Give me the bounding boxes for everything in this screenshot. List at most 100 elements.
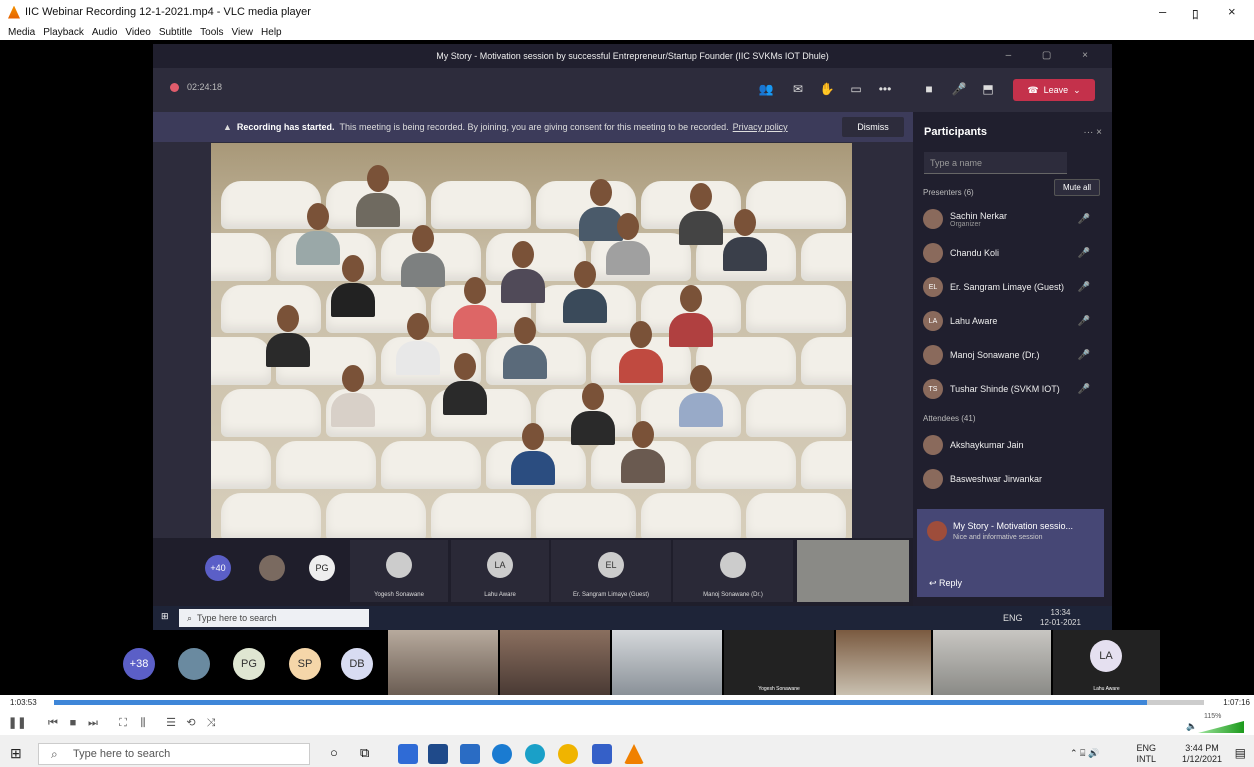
avatar-initials: LA (1090, 640, 1122, 672)
next-icon[interactable]: ⏭ (84, 714, 102, 732)
notification-icon[interactable]: ▤ (1235, 746, 1246, 760)
cortana-icon[interactable]: ○ (330, 745, 338, 760)
fullscreen-icon[interactable]: ⛶ (114, 714, 132, 732)
participant-head (690, 365, 712, 392)
video-tile (388, 630, 498, 695)
tile-name: Manoj Sonawane (Dr.) (703, 592, 763, 598)
rooms-icon[interactable]: ▭ (847, 80, 865, 98)
video-tile (500, 630, 610, 695)
mic-muted-icon: 🎤 (1077, 349, 1090, 361)
store-icon[interactable] (428, 744, 448, 764)
together-mode-stage (211, 143, 852, 541)
windows-start-icon: ⊞ (161, 611, 169, 621)
chrome-icon[interactable] (558, 744, 578, 764)
participants-icon[interactable]: 👥 (757, 80, 775, 98)
tray-icons[interactable]: ⌃ ⌸ 🔊 (1070, 748, 1130, 759)
participant-row[interactable]: Basweshwar Jirwankar (913, 462, 1112, 496)
participant-body (619, 349, 663, 383)
video-area[interactable]: My Story - Motivation session by success… (0, 40, 1254, 695)
maximize-button[interactable]: ﾛ (1192, 4, 1199, 23)
participant-row[interactable]: Sachin Nerkar Organizer 🎤 (913, 202, 1112, 236)
tile-name: Yogesh Sonawane (758, 686, 800, 692)
participant-body (571, 411, 615, 445)
more-actions-icon[interactable]: ••• (876, 80, 894, 98)
more-participants-badge[interactable]: +40 (205, 555, 231, 581)
participant-search-input[interactable]: Type a name (924, 152, 1067, 174)
participant-name: Er. Sangram Limaye (Guest) (950, 282, 1065, 292)
recording-banner: ▲ Recording has started. This meeting is… (153, 112, 913, 142)
reply-button[interactable]: ↩ Reply (929, 578, 962, 589)
leave-button[interactable]: ☎ Leave ⌄ (1013, 79, 1095, 101)
task-view-icon[interactable]: ⧉ (360, 745, 369, 761)
vlc-icon[interactable] (624, 744, 644, 764)
extended-settings-icon[interactable]: ⫼ (134, 714, 152, 732)
minimize-button[interactable]: – (1159, 4, 1166, 19)
participant-head (680, 285, 702, 312)
camera-icon[interactable]: ■ (920, 80, 938, 98)
participant-row[interactable]: Akshaykumar Jain (913, 428, 1112, 462)
chat-icon[interactable]: ✉ (789, 80, 807, 98)
participant-row[interactable]: Manoj Sonawane (Dr.) 🎤 (913, 338, 1112, 372)
mute-all-button[interactable]: Mute all (1054, 179, 1100, 196)
participant-name: Chandu Koli (950, 248, 1000, 258)
loop-icon[interactable]: ⟲ (182, 714, 200, 732)
language-indicator[interactable]: ENG INTL (1136, 743, 1156, 765)
close-button[interactable]: × (1228, 4, 1236, 19)
attendees-section[interactable]: Attendees (41) (913, 406, 1112, 428)
speaker-icon[interactable]: 🔈 (1186, 721, 1197, 732)
volume-level (1198, 721, 1244, 733)
mail-icon[interactable] (460, 744, 480, 764)
participant-row[interactable]: TS Tushar Shinde (SVKM IOT) 🎤 (913, 372, 1112, 406)
chat-notification[interactable]: My Story - Motivation sessio... Nice and … (917, 509, 1104, 597)
menu-help[interactable]: Help (261, 27, 282, 38)
clock[interactable]: 3:44 PM 1/12/2021 (1182, 743, 1222, 765)
participant-video (511, 423, 555, 485)
panel-close-icon[interactable]: ··· × (1083, 127, 1102, 138)
taskbar-search-box[interactable]: ⌕ Type here to search (38, 743, 310, 765)
menu-audio[interactable]: Audio (92, 27, 118, 38)
participant-video (621, 421, 665, 483)
menu-playback[interactable]: Playback (43, 27, 84, 38)
avatar (923, 209, 943, 229)
avatar: EL (923, 277, 943, 297)
file-explorer-icon[interactable] (398, 744, 418, 764)
privacy-link[interactable]: Privacy policy (733, 122, 788, 132)
menu-tools[interactable]: Tools (200, 27, 223, 38)
menu-subtitle[interactable]: Subtitle (159, 27, 192, 38)
stop-icon[interactable]: ■ (64, 714, 82, 732)
presenters-section[interactable]: Presenters (6) Mute all (913, 174, 1112, 202)
menu-video[interactable]: Video (125, 27, 150, 38)
vlc-controls: ❚❚ ⏮ ■ ⏭ ⛶ ⫼ ☰ ⟲ ⤨ 115% 🔈 (0, 711, 1254, 735)
mic-muted-icon: 🎤 (1077, 247, 1090, 259)
playlist-icon[interactable]: ☰ (162, 714, 180, 732)
menu-media[interactable]: Media (8, 27, 35, 38)
participant-body (443, 381, 487, 415)
teams-icon[interactable] (592, 744, 612, 764)
participant-video (679, 183, 723, 245)
windows-start-icon[interactable]: ⊞ (10, 745, 22, 762)
participant-video (453, 277, 497, 339)
mic-off-icon[interactable]: 🎤 (950, 80, 968, 98)
window-title: IIC Webinar Recording 12-1-2021.mp4 - VL… (25, 6, 311, 18)
volume-slider[interactable]: 115% 🔈 (1186, 713, 1246, 733)
share-icon[interactable]: ⬒ (979, 80, 997, 98)
previous-icon[interactable]: ⏮ (44, 714, 62, 732)
teams-window-controls: – ▢ × (1005, 50, 1102, 61)
participant-body (331, 393, 375, 427)
edge-icon[interactable] (525, 744, 545, 764)
dismiss-button[interactable]: Dismiss (842, 117, 904, 137)
participant-head (512, 241, 534, 268)
participant-row[interactable]: EL Er. Sangram Limaye (Guest) 🎤 (913, 270, 1112, 304)
more-participants-badge[interactable]: +38 (123, 648, 155, 680)
seek-bar[interactable]: 1:03:53 1:07:16 (0, 695, 1254, 711)
menu-view[interactable]: View (232, 27, 254, 38)
avatar (923, 345, 943, 365)
raise-hand-icon[interactable]: ✋ (818, 80, 836, 98)
participant-name: Lahu Aware (950, 316, 998, 326)
pause-icon[interactable]: ❚❚ (8, 714, 26, 732)
shuffle-icon[interactable]: ⤨ (202, 714, 220, 732)
edge-legacy-icon[interactable] (492, 744, 512, 764)
participant-row[interactable]: Chandu Koli 🎤 (913, 236, 1112, 270)
seek-track[interactable] (54, 700, 1204, 705)
participant-row[interactable]: LA Lahu Aware 🎤 (913, 304, 1112, 338)
